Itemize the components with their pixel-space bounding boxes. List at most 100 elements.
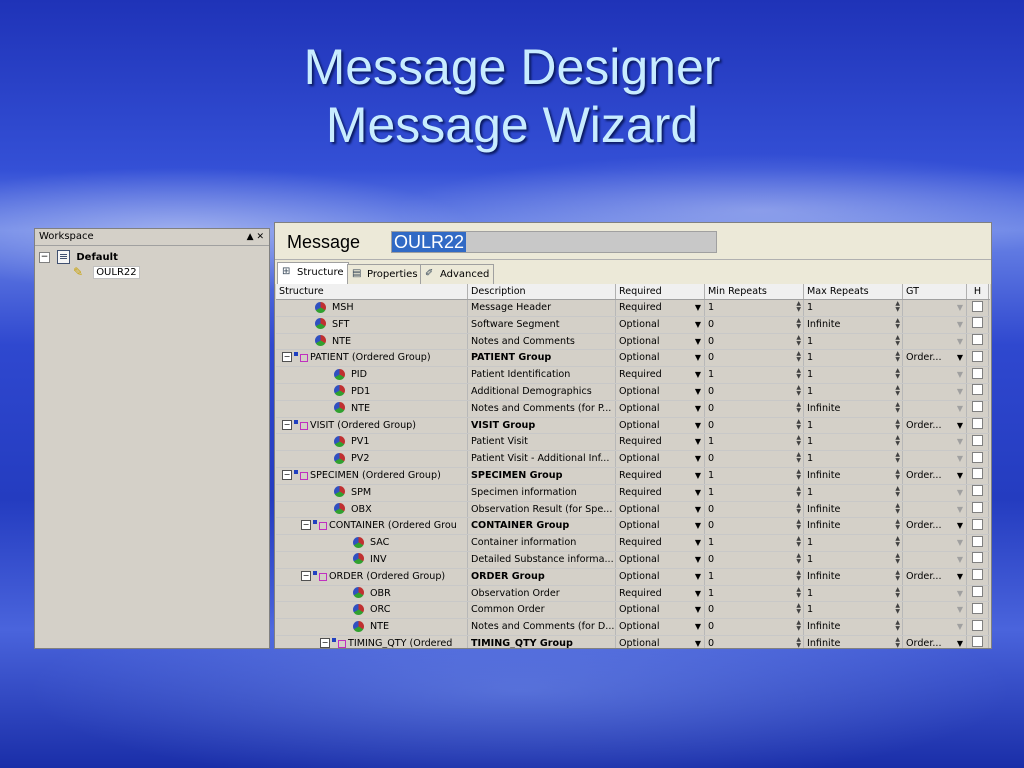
cell-max-repeats[interactable]: 1 ▲ ▼ (804, 300, 903, 316)
table-row-segment[interactable]: PV2 Patient Visit - Additional Inf... Opti… (276, 451, 990, 468)
spinner-icon[interactable]: ▲ ▼ (895, 468, 900, 481)
cell-max-repeats[interactable]: Infinite ▲ ▼ (804, 501, 903, 518)
cell-structure[interactable]: MSH (276, 300, 468, 316)
cell-min-repeats[interactable]: 0 ▲ ▼ (705, 619, 804, 635)
cell-gt[interactable]: ▼ (903, 602, 967, 619)
collapse-icon[interactable]: − (301, 520, 311, 531)
spinner-icon[interactable]: ▲ ▼ (796, 620, 801, 632)
cell-required[interactable]: Optional ▼ (616, 568, 705, 585)
table-row-segment[interactable]: PD1 Additional Demographics Optional ▼ 0 ▲ ▼ 1 ▲… (276, 383, 990, 401)
cell-gt[interactable]: ▼ (903, 501, 967, 518)
cell-description[interactable]: Observation Order (468, 585, 616, 602)
cell-gt[interactable]: Order... ▼ (903, 635, 967, 648)
cell-gt[interactable]: ▼ (903, 585, 967, 602)
cell-gt[interactable]: ▼ (903, 451, 967, 467)
dropdown-arrow-icon[interactable]: ▼ (957, 586, 963, 601)
spinner-icon[interactable]: ▲ ▼ (895, 586, 900, 599)
spinner-icon[interactable]: ▲ ▼ (796, 317, 801, 330)
cell-min-repeats[interactable]: 0 ▲ ▼ (705, 417, 804, 434)
cell-min-repeats[interactable]: 1 ▲ ▼ (705, 585, 804, 602)
cell-required[interactable]: Optional ▼ (616, 400, 705, 417)
cell-required[interactable]: Required ▼ (616, 434, 705, 451)
dropdown-arrow-icon[interactable]: ▼ (957, 300, 963, 315)
tree-item-default[interactable]: − Default (39, 250, 269, 265)
cell-h[interactable] (967, 467, 989, 484)
cell-structure[interactable]: SAC (276, 535, 468, 551)
cell-description[interactable]: Observation Result (for Spe... (468, 501, 616, 518)
column-header-description[interactable]: Description (468, 284, 616, 299)
dropdown-arrow-icon[interactable]: ▼ (957, 468, 963, 483)
cell-required[interactable]: Required ▼ (616, 467, 705, 484)
collapse-icon[interactable]: − (282, 419, 292, 430)
cell-required[interactable]: Optional ▼ (616, 451, 705, 467)
spinner-icon[interactable]: ▲ ▼ (796, 401, 801, 414)
spinner-icon[interactable]: ▲ ▼ (895, 552, 900, 565)
spinner-icon[interactable]: ▲ ▼ (796, 636, 801, 648)
cell-description[interactable]: Patient Visit - Additional Inf... (468, 451, 616, 467)
cell-min-repeats[interactable]: 0 ▲ ▼ (705, 602, 804, 619)
cell-h[interactable] (967, 602, 989, 619)
cell-structure[interactable]: − VISIT (Ordered Group) (276, 417, 468, 434)
cell-min-repeats[interactable]: 1 ▲ ▼ (705, 467, 804, 484)
spinner-icon[interactable]: ▲ ▼ (895, 603, 900, 615)
table-row-segment[interactable]: MSH Message Header Required ▼ 1 ▲ ▼ 1 ▲ ▼ ▼ (276, 300, 990, 317)
h-checkbox[interactable] (972, 485, 983, 497)
cell-min-repeats[interactable]: 0 ▲ ▼ (705, 316, 804, 333)
cell-required[interactable]: Optional ▼ (616, 383, 705, 400)
dropdown-arrow-icon[interactable]: ▼ (957, 367, 963, 382)
cell-h[interactable] (967, 585, 989, 602)
dropdown-arrow-icon[interactable]: ▼ (957, 434, 963, 449)
dropdown-arrow-icon[interactable]: ▼ (957, 384, 963, 399)
spinner-icon[interactable]: ▲ ▼ (796, 569, 801, 582)
cell-structure[interactable]: SFT (276, 316, 468, 333)
cell-description[interactable]: Notes and Comments (468, 333, 616, 350)
dropdown-arrow-icon[interactable]: ▼ (957, 418, 963, 433)
spinner-icon[interactable]: ▲ ▼ (895, 620, 900, 632)
cell-max-repeats[interactable]: 1 ▲ ▼ (804, 551, 903, 568)
spinner-icon[interactable]: ▲ ▼ (796, 334, 801, 347)
cell-description[interactable]: ORDER Group (468, 568, 616, 585)
cell-max-repeats[interactable]: 1 ▲ ▼ (804, 417, 903, 434)
dropdown-arrow-icon[interactable]: ▼ (695, 636, 701, 648)
cell-gt[interactable]: ▼ (903, 551, 967, 568)
cell-required[interactable]: Optional ▼ (616, 350, 705, 367)
table-row-segment[interactable]: ORC Common Order Optional ▼ 0 ▲ ▼ 1 ▲ ▼ ▼ (276, 602, 990, 620)
table-row-segment[interactable]: OBX Observation Result (for Spe... Optiona… (276, 501, 990, 519)
collapse-icon[interactable]: − (320, 637, 330, 648)
dropdown-arrow-icon[interactable]: ▼ (695, 602, 701, 617)
cell-description[interactable]: Patient Visit (468, 434, 616, 451)
cell-min-repeats[interactable]: 0 ▲ ▼ (705, 333, 804, 350)
cell-required[interactable]: Required ▼ (616, 367, 705, 383)
spinner-icon[interactable]: ▲ ▼ (895, 401, 900, 414)
cell-description[interactable]: Software Segment (468, 316, 616, 333)
cell-required[interactable]: Optional ▼ (616, 635, 705, 648)
h-checkbox[interactable] (972, 552, 983, 564)
h-checkbox[interactable] (972, 569, 983, 581)
message-name-field[interactable]: OULR22 (391, 231, 717, 253)
collapse-icon[interactable]: − (282, 469, 292, 480)
spinner-icon[interactable]: ▲ ▼ (796, 452, 801, 464)
cell-min-repeats[interactable]: 0 ▲ ▼ (705, 451, 804, 467)
cell-h[interactable] (967, 619, 989, 635)
collapse-icon[interactable]: − (282, 352, 292, 363)
cell-min-repeats[interactable]: 0 ▲ ▼ (705, 400, 804, 417)
spinner-icon[interactable]: ▲ ▼ (796, 536, 801, 548)
dropdown-arrow-icon[interactable]: ▼ (695, 535, 701, 550)
table-row-segment[interactable]: SFT Software Segment Optional ▼ 0 ▲ ▼ Infinite ▲… (276, 316, 990, 334)
column-header-max-repeats[interactable]: Max Repeats (804, 284, 903, 299)
cell-max-repeats[interactable]: 1 ▲ ▼ (804, 484, 903, 501)
cell-h[interactable] (967, 383, 989, 400)
cell-gt[interactable]: ▼ (903, 535, 967, 551)
cell-description[interactable]: Detailed Substance informa... (468, 551, 616, 568)
cell-h[interactable] (967, 635, 989, 648)
cell-gt[interactable]: ▼ (903, 316, 967, 333)
h-checkbox[interactable] (972, 317, 983, 329)
cell-max-repeats[interactable]: 1 ▲ ▼ (804, 350, 903, 367)
dropdown-arrow-icon[interactable]: ▼ (695, 334, 701, 349)
spinner-icon[interactable]: ▲ ▼ (895, 536, 900, 548)
cell-description[interactable]: Message Header (468, 300, 616, 316)
cell-max-repeats[interactable]: Infinite ▲ ▼ (804, 568, 903, 585)
cell-description[interactable]: Common Order (468, 602, 616, 619)
dropdown-arrow-icon[interactable]: ▼ (695, 367, 701, 382)
cell-h[interactable] (967, 316, 989, 333)
